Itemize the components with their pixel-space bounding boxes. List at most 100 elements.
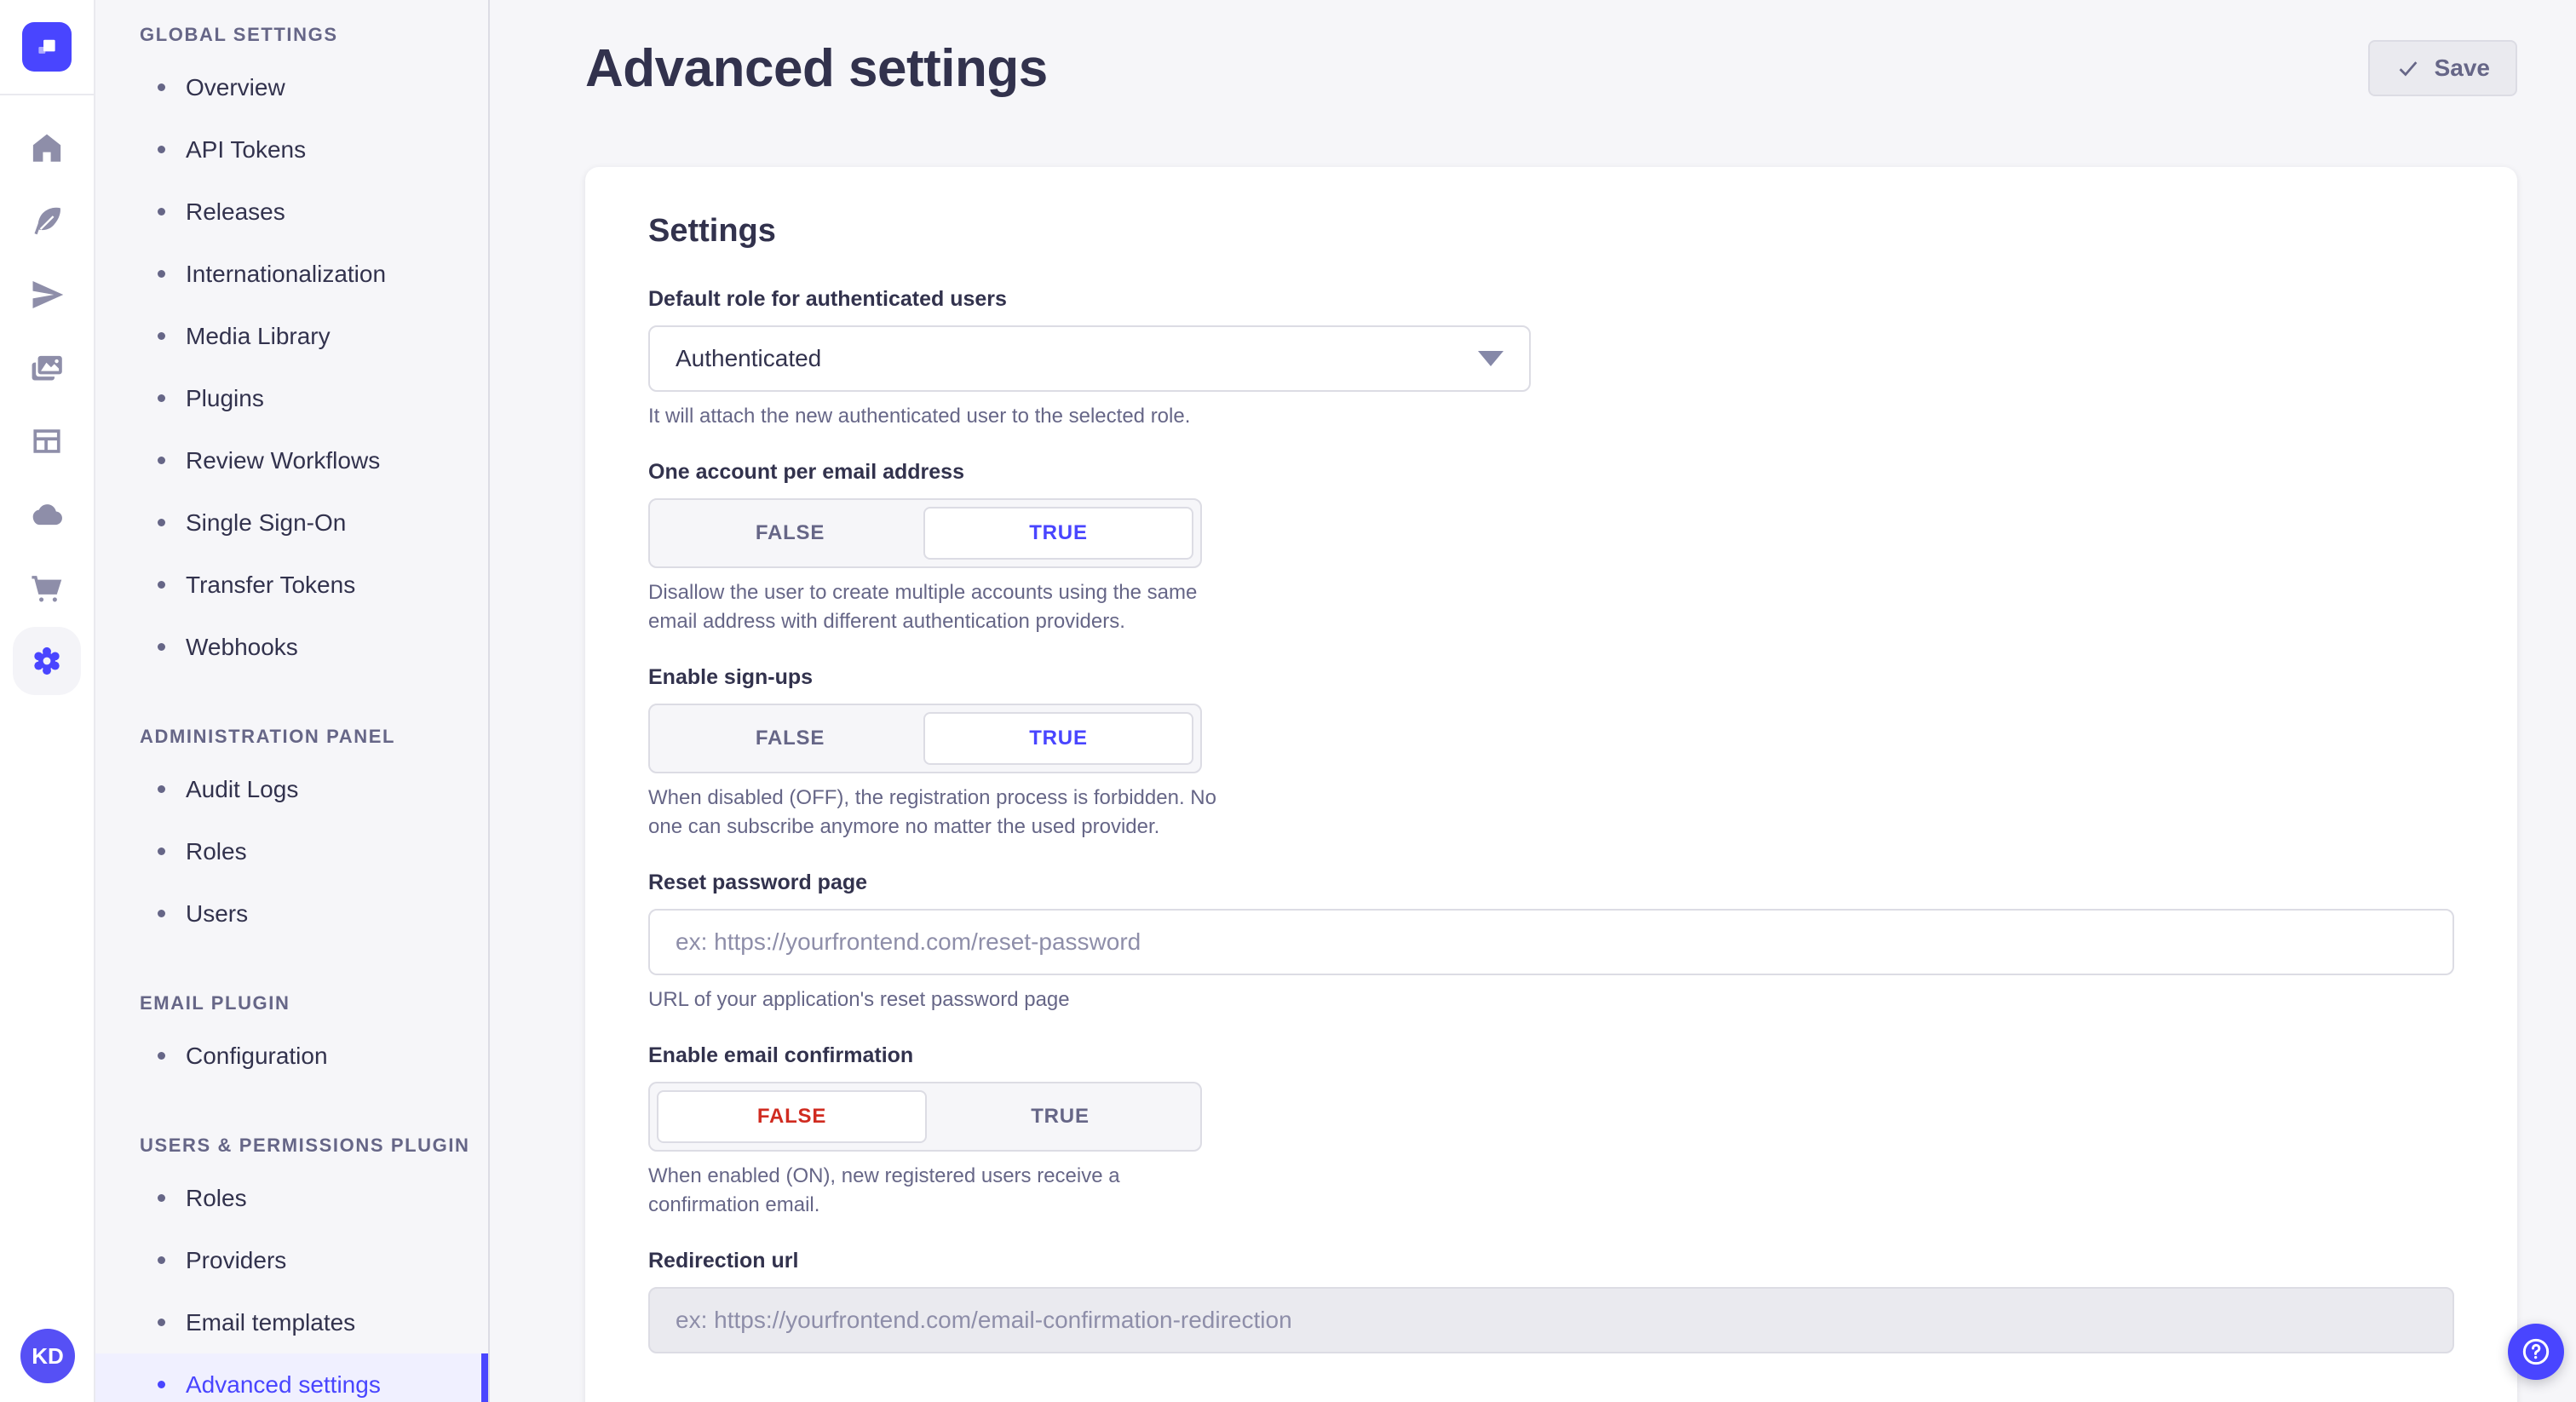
- save-button[interactable]: Save: [2368, 40, 2517, 96]
- main-nav-rail: KD: [0, 0, 95, 1402]
- bullet-icon: [158, 848, 165, 855]
- field-enable-signups: Enable sign-ups FALSE TRUE When disabled…: [648, 665, 2454, 842]
- avatar-initials: KD: [32, 1343, 64, 1370]
- reset-password-input[interactable]: [648, 909, 2454, 975]
- main-content: Advanced settings Save Settings Default …: [490, 0, 2576, 1402]
- settings-sidebar: GLOBAL SETTINGS Overview API Tokens Rele…: [95, 0, 490, 1402]
- field-redirection-url: Redirection url: [648, 1249, 2454, 1353]
- one-account-toggle: FALSE TRUE: [648, 498, 1202, 568]
- strapi-logo-icon: [32, 32, 61, 61]
- field-hint: URL of your application's reset password…: [648, 985, 2454, 1014]
- bullet-icon: [158, 1052, 165, 1060]
- settings-panel: Settings Default role for authenticated …: [585, 167, 2517, 1402]
- section-title: USERS & PERMISSIONS PLUGIN: [140, 1135, 488, 1157]
- sidebar-item-plugins[interactable]: Plugins: [95, 367, 488, 429]
- feather-icon[interactable]: [28, 203, 66, 240]
- toggle-option-true[interactable]: TRUE: [923, 712, 1193, 765]
- bullet-icon: [158, 643, 165, 651]
- sidebar-section-global-settings: GLOBAL SETTINGS Overview API Tokens Rele…: [95, 24, 488, 678]
- sidebar-item-single-sign-on[interactable]: Single Sign-On: [95, 491, 488, 554]
- cart-icon[interactable]: [28, 569, 66, 606]
- bullet-icon: [158, 1256, 165, 1264]
- check-icon: [2395, 55, 2421, 81]
- sidebar-section-users-permissions-plugin: USERS & PERMISSIONS PLUGIN Roles Provide…: [95, 1135, 488, 1402]
- field-label: One account per email address: [648, 460, 2454, 485]
- section-title: GLOBAL SETTINGS: [140, 24, 488, 46]
- field-label: Redirection url: [648, 1249, 2454, 1273]
- sidebar-item-admin-users[interactable]: Users: [95, 882, 488, 945]
- bullet-icon: [158, 457, 165, 464]
- redirection-url-input[interactable]: [648, 1287, 2454, 1353]
- sidebar-item-webhooks[interactable]: Webhooks: [95, 616, 488, 678]
- field-hint: Disallow the user to create multiple acc…: [648, 578, 1219, 636]
- sidebar-item-up-roles[interactable]: Roles: [95, 1167, 488, 1229]
- user-avatar[interactable]: KD: [20, 1329, 75, 1383]
- section-title: EMAIL PLUGIN: [140, 992, 488, 1014]
- bullet-icon: [158, 910, 165, 917]
- section-title: ADMINISTRATION PANEL: [140, 726, 488, 748]
- sidebar-item-media-library[interactable]: Media Library: [95, 305, 488, 367]
- chevron-down-icon: [1478, 351, 1504, 366]
- field-reset-password: Reset password page URL of your applicat…: [648, 871, 2454, 1014]
- bullet-icon: [158, 581, 165, 589]
- default-role-select[interactable]: Authenticated: [648, 325, 1531, 392]
- bullet-icon: [158, 146, 165, 153]
- bullet-icon: [158, 83, 165, 91]
- panel-title: Settings: [648, 213, 2454, 250]
- field-hint: When disabled (OFF), the registration pr…: [648, 784, 1219, 842]
- sidebar-item-configuration[interactable]: Configuration: [95, 1025, 488, 1087]
- field-hint: It will attach the new authenticated use…: [648, 402, 2454, 431]
- toggle-option-true[interactable]: TRUE: [923, 507, 1193, 560]
- field-label: Reset password page: [648, 871, 2454, 895]
- field-label: Enable email confirmation: [648, 1043, 2454, 1068]
- bullet-icon: [158, 519, 165, 526]
- save-button-label: Save: [2435, 55, 2490, 82]
- rail-icon-nav: [0, 129, 94, 680]
- sidebar-item-releases[interactable]: Releases: [95, 181, 488, 243]
- toggle-option-false[interactable]: FALSE: [657, 712, 923, 765]
- sidebar-item-review-workflows[interactable]: Review Workflows: [95, 429, 488, 491]
- bullet-icon: [158, 1194, 165, 1202]
- sidebar-item-overview[interactable]: Overview: [95, 56, 488, 118]
- help-button[interactable]: [2508, 1324, 2564, 1380]
- home-icon[interactable]: [28, 129, 66, 167]
- logo-container: [0, 0, 94, 95]
- select-value: Authenticated: [676, 345, 821, 372]
- sidebar-item-transfer-tokens[interactable]: Transfer Tokens: [95, 554, 488, 616]
- page-title: Advanced settings: [585, 38, 1048, 99]
- field-one-account: One account per email address FALSE TRUE…: [648, 460, 2454, 636]
- sidebar-section-email-plugin: EMAIL PLUGIN Configuration: [95, 992, 488, 1087]
- paper-plane-icon[interactable]: [28, 276, 66, 313]
- toggle-option-false[interactable]: FALSE: [657, 1090, 927, 1143]
- settings-gear-icon[interactable]: [28, 642, 66, 680]
- field-label: Default role for authenticated users: [648, 287, 2454, 312]
- enable-signups-toggle: FALSE TRUE: [648, 704, 1202, 773]
- layout-icon[interactable]: [28, 422, 66, 460]
- sidebar-item-internationalization[interactable]: Internationalization: [95, 243, 488, 305]
- toggle-option-false[interactable]: FALSE: [657, 507, 923, 560]
- bullet-icon: [158, 332, 165, 340]
- field-default-role: Default role for authenticated users Aut…: [648, 287, 2454, 431]
- bullet-icon: [158, 1319, 165, 1326]
- bullet-icon: [158, 1381, 165, 1388]
- bullet-icon: [158, 394, 165, 402]
- toggle-option-true[interactable]: TRUE: [927, 1090, 1193, 1143]
- sidebar-item-api-tokens[interactable]: API Tokens: [95, 118, 488, 181]
- page-header: Advanced settings Save: [585, 32, 2517, 104]
- email-confirmation-toggle: FALSE TRUE: [648, 1082, 1202, 1152]
- sidebar-item-providers[interactable]: Providers: [95, 1229, 488, 1291]
- field-email-confirmation: Enable email confirmation FALSE TRUE Whe…: [648, 1043, 2454, 1220]
- sidebar-section-administration-panel: ADMINISTRATION PANEL Audit Logs Roles Us…: [95, 726, 488, 945]
- cloud-icon[interactable]: [28, 496, 66, 533]
- bullet-icon: [158, 270, 165, 278]
- bullet-icon: [158, 785, 165, 793]
- sidebar-item-audit-logs[interactable]: Audit Logs: [95, 758, 488, 820]
- field-label: Enable sign-ups: [648, 665, 2454, 690]
- sidebar-item-advanced-settings[interactable]: Advanced settings: [95, 1353, 488, 1402]
- sidebar-item-admin-roles[interactable]: Roles: [95, 820, 488, 882]
- bullet-icon: [158, 208, 165, 215]
- question-mark-icon: [2519, 1335, 2553, 1369]
- strapi-logo-button[interactable]: [22, 22, 72, 72]
- media-images-icon[interactable]: [28, 349, 66, 387]
- sidebar-item-email-templates[interactable]: Email templates: [95, 1291, 488, 1353]
